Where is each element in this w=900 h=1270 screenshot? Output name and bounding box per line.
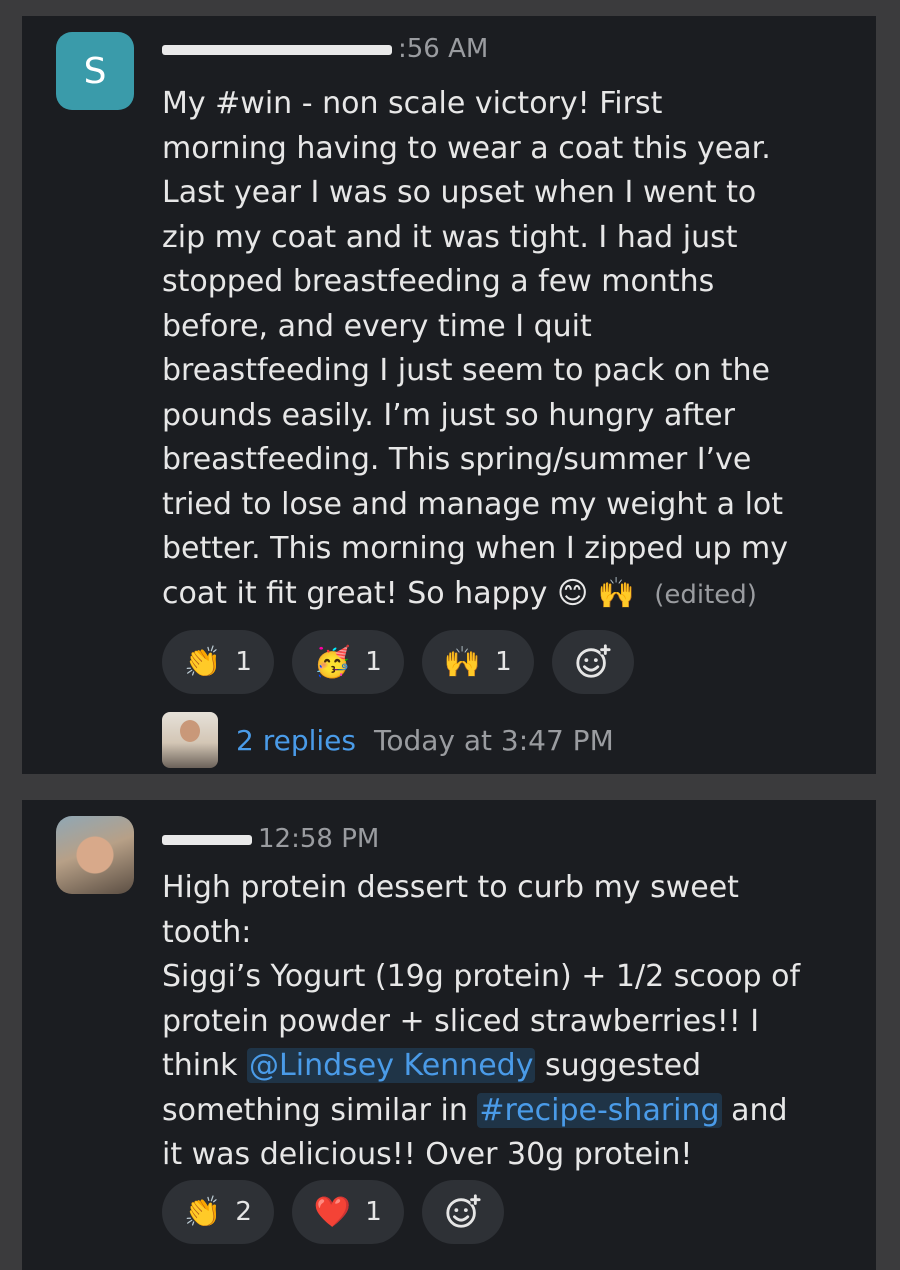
message-timestamp[interactable]: :56 AM	[398, 34, 488, 64]
message-card: 12:58 PM High protein dessert to curb my…	[22, 800, 876, 1270]
add-emoji-icon	[576, 644, 611, 678]
message-body: My #win - non scale victory! First morni…	[162, 86, 789, 611]
edited-label: (edited)	[654, 579, 757, 610]
last-reply-time: Today at 3:47 PM	[373, 723, 614, 757]
reaction-raised-hands[interactable]: 🙌 1	[421, 630, 534, 694]
thread-summary[interactable]: 2 replies Today at 3:47 PM	[162, 712, 614, 768]
reactions-bar: 👏 1 🥳 1 🙌 1	[162, 630, 634, 694]
reaction-party[interactable]: 🥳 1	[291, 630, 404, 694]
message-text: My #win - non scale victory! First morni…	[162, 82, 862, 617]
reaction-clap[interactable]: 👏 1	[162, 630, 274, 694]
smile-emoji: 😊	[556, 575, 589, 611]
add-emoji-icon	[446, 1194, 481, 1228]
clapping-hands-icon: 👏	[184, 644, 222, 680]
message-header: 12:58 PM	[162, 824, 379, 854]
user-mention[interactable]: @Lindsey Kennedy	[247, 1048, 536, 1083]
user-avatar[interactable]: S	[56, 32, 134, 110]
message-timestamp[interactable]: 12:58 PM	[258, 824, 379, 854]
replies-link[interactable]: 2 replies	[236, 724, 356, 757]
reaction-clap[interactable]: 👏 2	[162, 1180, 274, 1244]
reactions-bar: 👏 2 ❤️ 1	[162, 1180, 504, 1244]
reaction-count: 2	[235, 1197, 252, 1227]
redacted-username[interactable]	[162, 834, 252, 845]
user-avatar[interactable]	[56, 816, 134, 894]
add-reaction-button[interactable]	[551, 630, 634, 694]
add-reaction-button[interactable]	[421, 1180, 504, 1244]
raised-hands-icon: 🙌	[443, 644, 482, 680]
redacted-username[interactable]	[162, 44, 392, 55]
reaction-count: 1	[495, 647, 512, 677]
channel-link[interactable]: #recipe-sharing	[477, 1092, 722, 1128]
message-text: High protein dessert to curb my sweet to…	[162, 866, 862, 1178]
avatar-letter: S	[83, 50, 107, 92]
reaction-heart[interactable]: ❤️ 1	[291, 1180, 404, 1244]
reaction-count: 1	[365, 1197, 382, 1227]
message-card: S :56 AM My #win - non scale victory! Fi…	[22, 16, 876, 774]
message-header: :56 AM	[162, 34, 488, 64]
raised-hands-emoji: 🙌	[597, 575, 636, 611]
reaction-count: 1	[365, 647, 382, 677]
heart-icon: ❤️	[313, 1194, 352, 1230]
replier-avatar	[162, 712, 218, 768]
clapping-hands-icon: 👏	[184, 1194, 222, 1230]
partying-face-icon: 🥳	[313, 644, 352, 680]
reaction-count: 1	[235, 647, 252, 677]
